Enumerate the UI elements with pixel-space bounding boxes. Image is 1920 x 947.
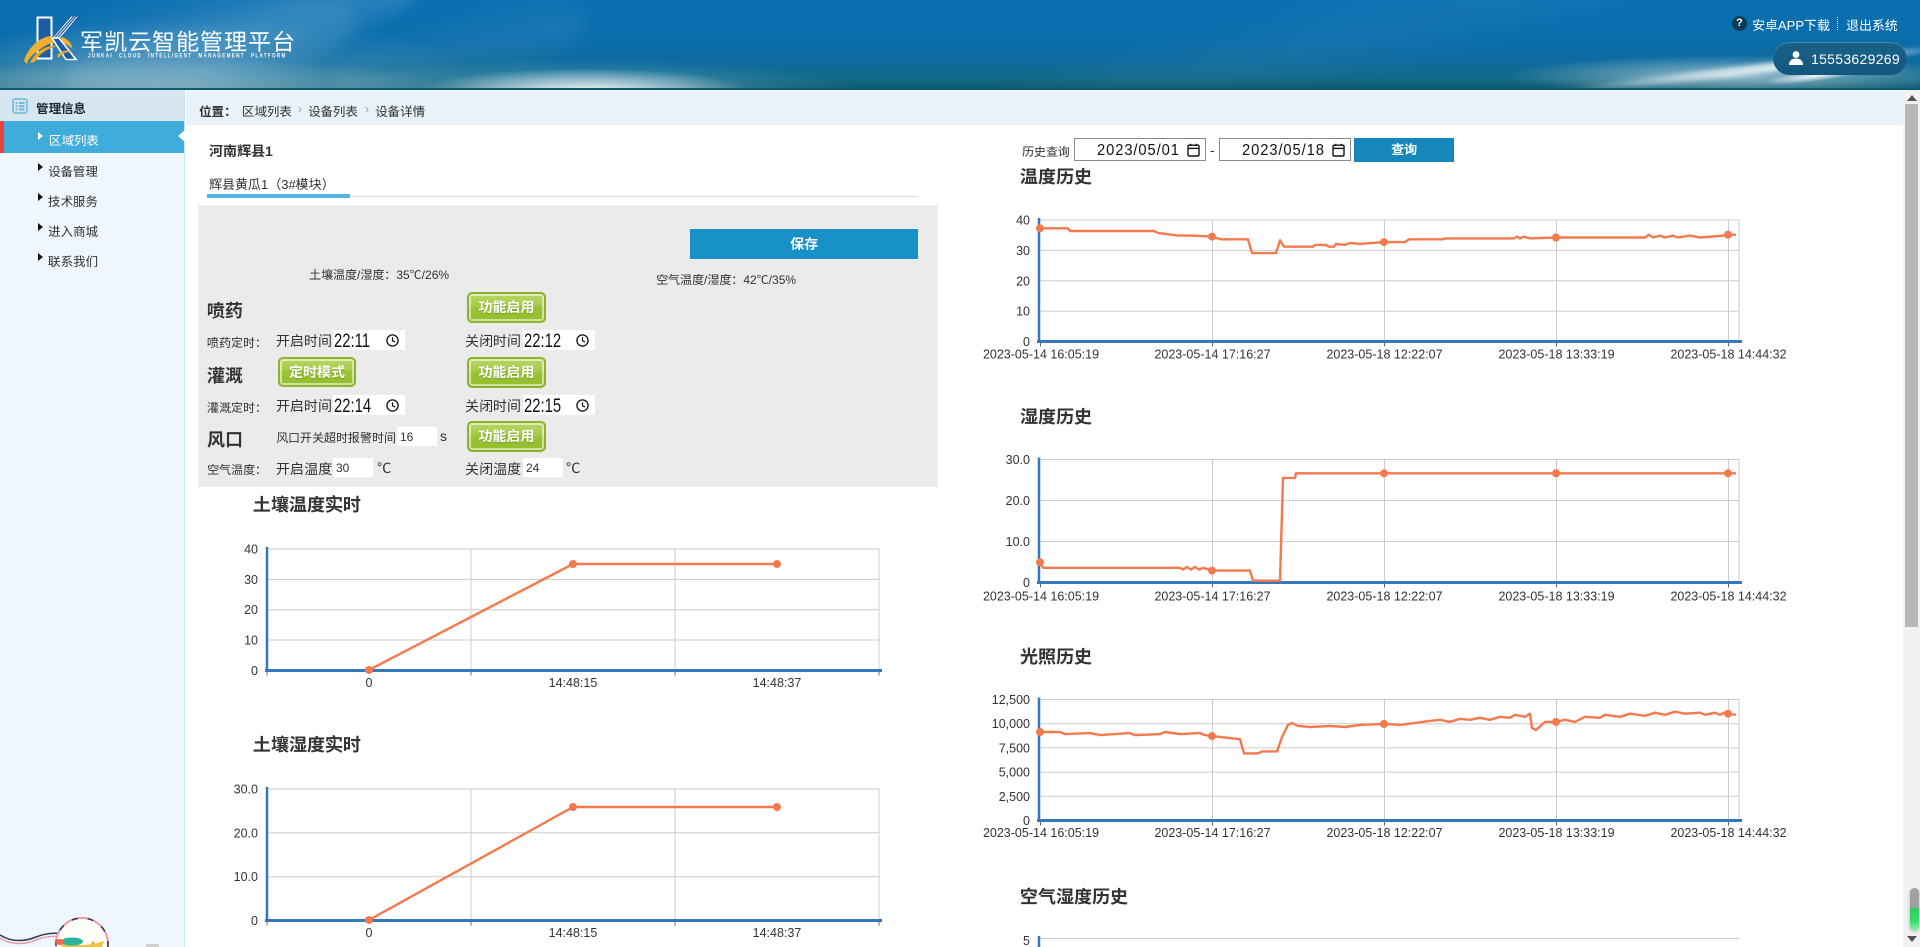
svg-text:2023-05-14 16:05:19: 2023-05-14 16:05:19: [983, 826, 1099, 840]
svg-text:2023-05-18 13:33:19: 2023-05-18 13:33:19: [1498, 826, 1614, 840]
svg-text:0: 0: [251, 914, 258, 928]
svg-text:7,500: 7,500: [999, 741, 1030, 755]
svg-text:2023-05-18 12:22:07: 2023-05-18 12:22:07: [1326, 348, 1442, 362]
svg-text:2023-05-18 14:44:32: 2023-05-18 14:44:32: [1670, 348, 1786, 362]
svg-text:5,000: 5,000: [999, 766, 1030, 780]
svg-text:40: 40: [1016, 214, 1030, 228]
svg-text:40: 40: [244, 543, 258, 557]
svg-text:14:48:37: 14:48:37: [753, 676, 802, 690]
svg-text:30.0: 30.0: [234, 783, 258, 797]
svg-text:12,500: 12,500: [992, 693, 1030, 707]
svg-text:10.0: 10.0: [1006, 535, 1030, 549]
svg-text:30: 30: [1016, 244, 1030, 258]
svg-text:2023-05-18 12:22:07: 2023-05-18 12:22:07: [1326, 826, 1442, 840]
svg-text:2023-05-14 17:16:27: 2023-05-14 17:16:27: [1154, 826, 1270, 840]
svg-text:2023-05-18 14:44:32: 2023-05-18 14:44:32: [1670, 590, 1786, 604]
svg-text:2023-05-14 17:16:27: 2023-05-14 17:16:27: [1154, 590, 1270, 604]
svg-text:10: 10: [1016, 305, 1030, 319]
svg-text:2023-05-14 17:16:27: 2023-05-14 17:16:27: [1154, 348, 1270, 362]
svg-text:20: 20: [244, 603, 258, 617]
svg-text:2023-05-14 16:05:19: 2023-05-14 16:05:19: [983, 590, 1099, 604]
svg-text:0: 0: [1023, 576, 1030, 590]
svg-text:2023-05-18 14:44:32: 2023-05-18 14:44:32: [1670, 826, 1786, 840]
svg-text:14:48:15: 14:48:15: [549, 676, 598, 690]
svg-text:2023-05-14 16:05:19: 2023-05-14 16:05:19: [983, 348, 1099, 362]
svg-text:0: 0: [366, 926, 373, 940]
svg-text:2023-05-18 13:33:19: 2023-05-18 13:33:19: [1498, 348, 1614, 362]
svg-text:30: 30: [244, 573, 258, 587]
svg-text:20.0: 20.0: [1006, 494, 1030, 508]
svg-text:5: 5: [1023, 934, 1030, 947]
svg-text:10: 10: [244, 634, 258, 648]
svg-text:2023-05-18 12:22:07: 2023-05-18 12:22:07: [1326, 590, 1442, 604]
svg-text:0: 0: [251, 664, 258, 678]
svg-text:2,500: 2,500: [999, 790, 1030, 804]
svg-text:10,000: 10,000: [992, 717, 1030, 731]
svg-text:10.0: 10.0: [234, 870, 258, 884]
svg-text:20.0: 20.0: [234, 826, 258, 840]
svg-text:14:48:37: 14:48:37: [753, 926, 802, 940]
svg-text:0: 0: [366, 676, 373, 690]
svg-text:14:48:15: 14:48:15: [549, 926, 598, 940]
svg-text:30.0: 30.0: [1006, 453, 1030, 467]
svg-text:2023-05-18 13:33:19: 2023-05-18 13:33:19: [1498, 590, 1614, 604]
svg-text:20: 20: [1016, 274, 1030, 288]
